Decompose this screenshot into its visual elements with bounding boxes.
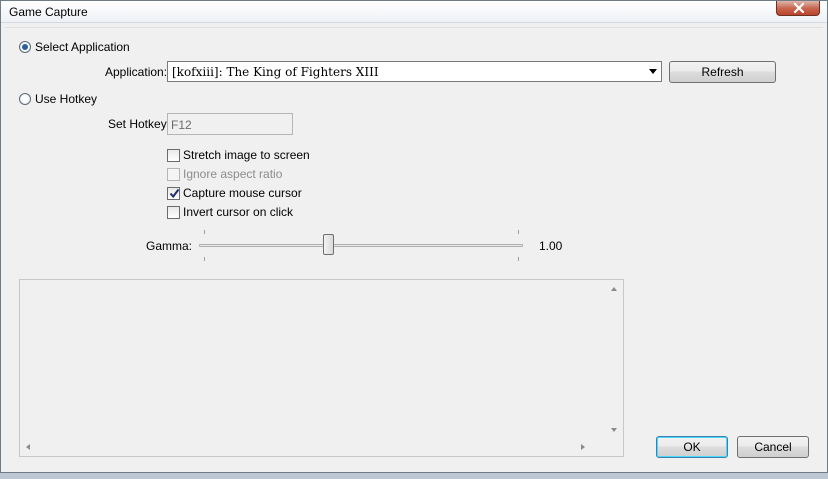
slider-tick [518, 230, 519, 234]
set-hotkey-label: Set Hotkey [108, 117, 167, 131]
scroll-down-icon[interactable] [611, 428, 617, 432]
use-hotkey-radio-circle[interactable] [19, 93, 31, 105]
ignore-aspect-checkbox[interactable]: Ignore aspect ratio [167, 167, 282, 181]
capture-cursor-checkbox[interactable]: Capture mouse cursor [167, 186, 302, 200]
stretch-image-checkbox-box[interactable] [167, 148, 180, 162]
application-dropdown[interactable]: [kofxiii]: The King of Fighters XIII [167, 61, 662, 82]
game-capture-dialog: Game Capture Select Application Applicat… [0, 0, 828, 473]
invert-cursor-checkbox[interactable]: Invert cursor on click [167, 205, 293, 219]
slider-tick [204, 257, 205, 261]
hotkey-value: F12 [171, 118, 192, 132]
ignore-aspect-checkbox-box[interactable] [167, 167, 180, 181]
close-button[interactable] [776, 1, 820, 16]
chevron-down-icon[interactable] [649, 69, 657, 74]
checkmark-icon [169, 188, 180, 198]
select-application-radio-circle[interactable] [19, 41, 31, 53]
close-icon [793, 3, 805, 13]
slider-tick [518, 257, 519, 261]
scroll-up-icon[interactable] [611, 287, 617, 291]
use-hotkey-radio[interactable]: Use Hotkey [19, 92, 97, 106]
gamma-label: Gamma: [146, 239, 193, 253]
vertical-scrollbar[interactable] [606, 280, 623, 439]
slider-tick [204, 230, 205, 234]
application-label: Application: [105, 65, 168, 79]
stretch-image-checkbox[interactable]: Stretch image to screen [167, 148, 310, 162]
capture-cursor-checkbox-box[interactable] [167, 186, 180, 200]
select-application-radio[interactable]: Select Application [19, 40, 130, 54]
application-dropdown-value: [kofxiii]: The King of Fighters XIII [172, 65, 379, 79]
gamma-slider-thumb[interactable] [323, 234, 334, 255]
cancel-button[interactable]: Cancel [737, 436, 809, 458]
invert-cursor-checkbox-box[interactable] [167, 205, 180, 219]
gamma-value: 1.00 [539, 239, 563, 253]
scroll-left-icon[interactable] [26, 444, 30, 450]
refresh-button[interactable]: Refresh [669, 61, 776, 83]
ignore-aspect-label: Ignore aspect ratio [183, 167, 283, 181]
window-title: Game Capture [9, 5, 88, 19]
horizontal-scrollbar[interactable] [20, 439, 606, 456]
capture-cursor-label: Capture mouse cursor [183, 186, 302, 200]
stretch-image-label: Stretch image to screen [183, 148, 310, 162]
hotkey-field[interactable]: F12 [167, 113, 293, 135]
use-hotkey-label: Use Hotkey [35, 92, 98, 106]
ok-button[interactable]: OK [656, 436, 728, 458]
gamma-slider-track[interactable] [199, 244, 523, 247]
info-text-area[interactable] [19, 279, 624, 457]
select-application-label: Select Application [35, 40, 130, 54]
title-bar[interactable]: Game Capture [1, 1, 827, 23]
scroll-right-icon[interactable] [581, 444, 585, 450]
dialog-body: Select Application Application: [kofxiii… [5, 27, 823, 469]
invert-cursor-label: Invert cursor on click [183, 205, 294, 219]
